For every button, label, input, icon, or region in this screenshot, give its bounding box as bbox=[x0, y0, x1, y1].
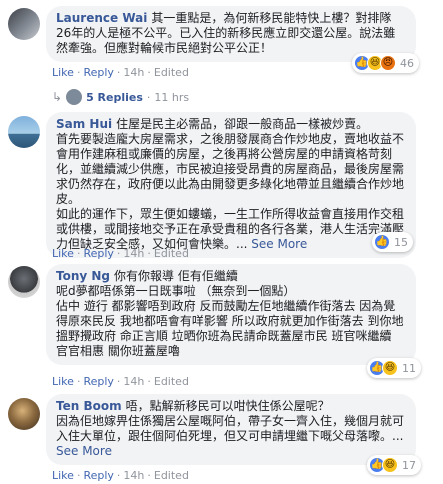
reaction-summary[interactable]: 👍 15 bbox=[372, 232, 413, 252]
edited-label[interactable]: Edited bbox=[154, 247, 189, 260]
comment-bubble: Ten Boom 唔，點解新移民可以咁快住係公屋呢？ 因為佢地嫁畀住係獨居公屋嘅阿… bbox=[46, 394, 416, 465]
haha-reaction-icon: 😆 bbox=[382, 457, 398, 473]
reaction-count: 15 bbox=[394, 235, 408, 249]
edited-label[interactable]: Edited bbox=[154, 469, 189, 482]
reply-link[interactable]: Reply bbox=[83, 469, 113, 482]
comment-bubble: Tony Ng 你有你報導 佢有佢繼續 呢d夢都唔係第一日既事啦 （無奈到一個點）… bbox=[46, 264, 416, 365]
comment-actions: Like · Reply · 14h · Edited bbox=[52, 469, 189, 482]
commenter-name[interactable]: Ten Boom bbox=[56, 399, 122, 413]
comment-actions: Like · Reply · 14h · Edited bbox=[52, 375, 189, 388]
see-more-link[interactable]: See More bbox=[56, 444, 112, 458]
timestamp[interactable]: 14h bbox=[123, 469, 144, 482]
comment-actions: Like · Reply · 14h · Edited bbox=[52, 66, 189, 79]
commenter-name[interactable]: Laurence Wai bbox=[56, 11, 147, 25]
reaction-summary[interactable]: 👍 😆 😠 46 bbox=[352, 53, 419, 73]
reply-link[interactable]: Reply bbox=[83, 66, 113, 79]
reply-avatar bbox=[66, 89, 83, 105]
like-link[interactable]: Like bbox=[52, 66, 74, 79]
like-link[interactable]: Like bbox=[52, 247, 74, 260]
like-reaction-icon: 👍 bbox=[374, 234, 390, 250]
timestamp[interactable]: 14h bbox=[123, 66, 144, 79]
edited-label[interactable]: Edited bbox=[154, 375, 189, 388]
haha-reaction-icon: 😆 bbox=[382, 360, 398, 376]
timestamp[interactable]: 14h bbox=[123, 247, 144, 260]
avatar[interactable] bbox=[8, 8, 40, 40]
comment-bubble: Sam Hui 住屋是民主必需品，卻跟一般商品一樣被炒賣。 首先要製造龐大房屋需求… bbox=[46, 112, 416, 258]
reply-link[interactable]: Reply bbox=[83, 375, 113, 388]
angry-reaction-icon: 😠 bbox=[380, 55, 396, 71]
reaction-count: 11 bbox=[402, 361, 416, 375]
reaction-summary[interactable]: 👍 😆 11 bbox=[367, 358, 421, 378]
see-more-link[interactable]: See More bbox=[251, 237, 307, 251]
reply-link[interactable]: Reply bbox=[83, 247, 113, 260]
commenter-name[interactable]: Tony Ng bbox=[56, 269, 110, 283]
avatar[interactable] bbox=[8, 116, 40, 148]
timestamp[interactable]: 14h bbox=[123, 375, 144, 388]
like-link[interactable]: Like bbox=[52, 375, 74, 388]
edited-label[interactable]: Edited bbox=[154, 66, 189, 79]
replies-count[interactable]: 5 Replies bbox=[86, 91, 143, 104]
reaction-count: 46 bbox=[400, 56, 414, 70]
reaction-summary[interactable]: 👍 😆 17 bbox=[367, 455, 421, 475]
view-replies[interactable]: ↳ 5 Replies · 11 hrs bbox=[52, 89, 189, 105]
replies-time: 11 hrs bbox=[154, 90, 190, 104]
comment-text: 住屋是民主必需品，卻跟一般商品一樣被炒賣。 首先要製造龐大房屋需求，之後朋發展商… bbox=[56, 117, 405, 251]
comment-actions: Like · Reply · 14h · Edited bbox=[52, 247, 189, 260]
reaction-count: 17 bbox=[402, 458, 416, 472]
avatar[interactable] bbox=[8, 266, 40, 298]
avatar[interactable] bbox=[8, 398, 40, 430]
like-link[interactable]: Like bbox=[52, 469, 74, 482]
commenter-name[interactable]: Sam Hui bbox=[56, 117, 112, 131]
reply-arrow-icon: ↳ bbox=[52, 90, 63, 104]
